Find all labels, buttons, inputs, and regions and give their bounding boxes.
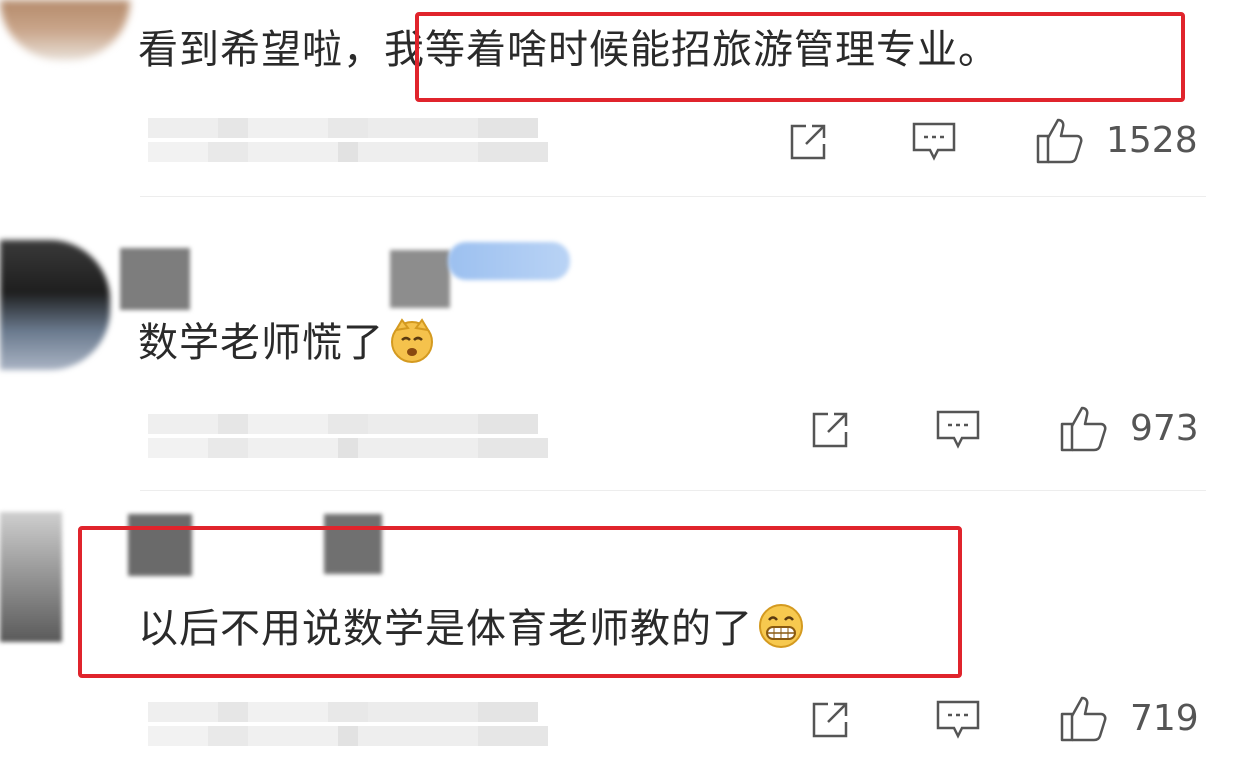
comment-meta-blurred	[148, 702, 558, 746]
avatar[interactable]	[0, 240, 110, 370]
like-icon[interactable]	[1058, 402, 1110, 454]
avatar[interactable]	[0, 512, 62, 642]
comment-icon[interactable]	[910, 120, 958, 164]
user-badge-blurred	[448, 242, 570, 280]
like-action[interactable]: 1528	[1034, 114, 1198, 166]
action-bar-comment	[910, 120, 958, 164]
divider	[140, 196, 1206, 197]
action-bar	[808, 698, 852, 742]
username-blurred[interactable]	[120, 248, 190, 310]
comment-icon[interactable]	[934, 408, 982, 452]
comment-item: 以后不用说数学是体育老师教的了 719	[0, 492, 1246, 778]
divider	[140, 490, 1206, 491]
comment-meta-blurred	[148, 118, 558, 162]
comment-text-highlight: 以后不用说数学是体育老师教的了	[138, 606, 753, 652]
username-blurred-2	[390, 250, 450, 308]
comment-text: 数学老师慌了	[138, 316, 436, 377]
like-action[interactable]: 973	[1058, 402, 1199, 454]
action-bar	[808, 408, 852, 452]
avatar[interactable]	[0, 0, 130, 60]
comment-meta-blurred	[148, 414, 558, 458]
action-bar	[786, 120, 830, 164]
comment-text-plain: 数学老师慌了	[138, 320, 384, 366]
comment-item: 看到希望啦，我等着啥时候能招旅游管理专业。 1528	[0, 0, 1246, 200]
like-count: 719	[1130, 697, 1199, 739]
like-icon[interactable]	[1058, 692, 1110, 744]
like-count: 973	[1130, 407, 1199, 449]
sad-cat-emoji	[388, 316, 436, 377]
comment-text: 以后不用说数学是体育老师教的了	[138, 602, 805, 663]
share-icon[interactable]	[808, 698, 852, 742]
like-action[interactable]: 719	[1058, 692, 1199, 744]
grin-emoji	[757, 602, 805, 663]
comment-icon[interactable]	[934, 698, 982, 742]
action-bar-comment	[934, 698, 982, 742]
highlight-box	[415, 12, 1185, 102]
action-bar-comment	[934, 408, 982, 452]
comment-text-plain: 看到希望啦，	[138, 27, 384, 73]
share-icon[interactable]	[786, 120, 830, 164]
share-icon[interactable]	[808, 408, 852, 452]
like-count: 1528	[1106, 119, 1198, 161]
like-icon[interactable]	[1034, 114, 1086, 166]
comment-item: 数学老师慌了 973	[0, 200, 1246, 492]
